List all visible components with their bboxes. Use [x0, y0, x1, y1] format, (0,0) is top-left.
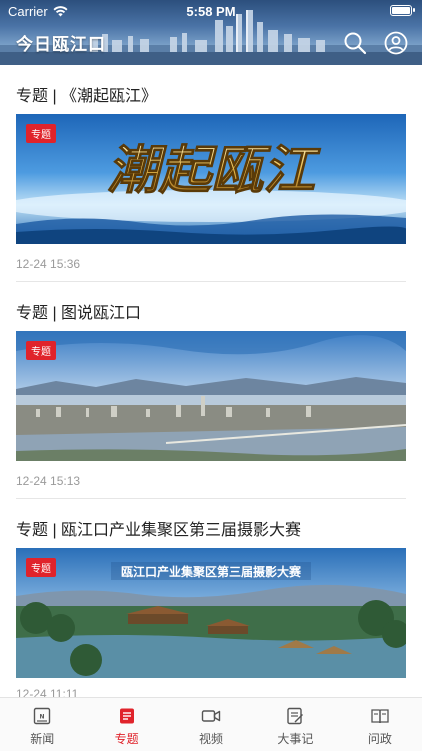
topic-card-image[interactable]: 专题	[16, 331, 406, 461]
topic-tag-badge: 专题	[26, 341, 56, 360]
tab-inquiry-label: 问政	[367, 732, 392, 746]
tab-chronicle[interactable]: 大事记	[253, 698, 337, 751]
tab-news[interactable]: N 新闻	[0, 698, 84, 751]
card-divider	[16, 498, 406, 499]
tab-video-label: 视频	[199, 732, 224, 746]
aerial-photo	[16, 331, 406, 461]
topic-card-image[interactable]: 潮起瓯江 专题	[16, 114, 406, 244]
topic-card-title[interactable]: 专题 | 图说瓯江口	[16, 299, 141, 323]
photo-contest-poster: 瓯江口产业集聚区第三届摄影大赛	[16, 548, 406, 678]
tab-topics-label: 专题	[114, 732, 139, 746]
topic-card-title[interactable]: 专题 | 《潮起瓯江》	[16, 82, 157, 106]
topic-tag-badge: 专题	[26, 558, 56, 577]
topic-card-time: 12-24 11:11	[16, 687, 79, 697]
poster-title-text: 瓯江口产业集聚区第三届摄影大赛	[121, 564, 302, 579]
video-icon	[201, 710, 221, 722]
tab-chronicle-label: 大事记	[277, 732, 314, 746]
topic-card-time: 12-24 15:13	[16, 474, 81, 488]
chronicle-icon	[287, 707, 304, 725]
battery-icon	[390, 5, 415, 16]
topic-tag-badge: 专题	[26, 124, 56, 143]
svg-text:N: N	[40, 714, 45, 721]
app-title: 今日瓯江口	[16, 35, 106, 55]
status-bar: Carrier 5:58 PM	[0, 0, 422, 22]
topic-icon	[119, 708, 134, 724]
card-divider	[16, 281, 406, 282]
status-time: 5:58 PM	[186, 4, 236, 19]
news-icon: N	[34, 707, 51, 725]
topic-card-title[interactable]: 专题 | 瓯江口产业集聚区第三届摄影大赛	[16, 516, 301, 540]
profile-icon[interactable]	[384, 31, 408, 55]
tab-topics[interactable]: 专题	[84, 698, 168, 751]
app-header: Carrier 5:58 PM 今日瓯江口	[0, 0, 422, 65]
search-icon[interactable]	[343, 31, 367, 55]
bottom-tab-bar: N 新闻 专题 视频 大事记 问政	[0, 697, 422, 751]
topic-card-time: 12-24 15:36	[16, 257, 81, 271]
tab-video[interactable]: 视频	[169, 698, 253, 751]
banner-image: 潮起瓯江	[16, 114, 406, 244]
topic-card-image[interactable]: 瓯江口产业集聚区第三届摄影大赛 专题	[16, 548, 406, 678]
tab-news-label: 新闻	[30, 732, 55, 746]
topic-feed[interactable]: 专题 | 《潮起瓯江》 潮起瓯江 专题 12-24 15:36 专题 | 图说瓯…	[0, 65, 422, 697]
tab-inquiry[interactable]: 问政	[338, 698, 422, 751]
inquiry-icon	[371, 709, 389, 724]
banner-calligraphy-text: 潮起瓯江	[107, 140, 321, 201]
